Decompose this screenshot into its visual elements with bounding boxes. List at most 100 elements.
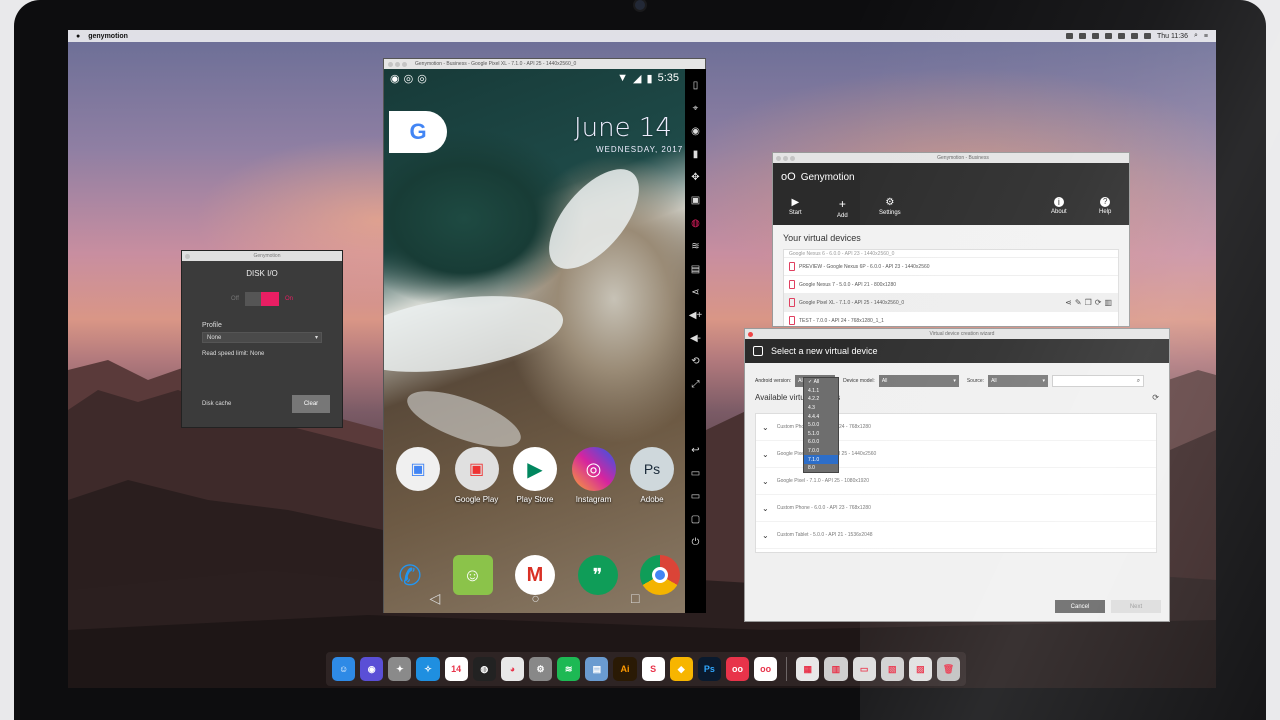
add-button[interactable]: + Add: [837, 197, 848, 219]
menubar-status-icon[interactable]: [1065, 33, 1073, 39]
device-model-select[interactable]: All ▾: [878, 375, 959, 387]
wizard-titlebar[interactable]: Virtual device creation wizard: [745, 329, 1169, 339]
volume-up-icon[interactable]: ◀+: [689, 305, 703, 325]
share-icon[interactable]: ⋖: [1065, 298, 1072, 307]
doc-2-dock-icon[interactable]: ▥: [824, 657, 848, 681]
menubar-status-icon[interactable]: [1104, 33, 1112, 39]
recent-apps-icon[interactable]: □: [631, 590, 639, 606]
genymotion-business-dock-icon[interactable]: oo: [754, 657, 778, 681]
cancel-button[interactable]: Cancel: [1055, 600, 1105, 613]
power-icon[interactable]: ⏻: [689, 532, 703, 552]
google-search-widget[interactable]: G: [389, 111, 447, 153]
spotify-dock-icon[interactable]: ≋: [557, 657, 581, 681]
version-option[interactable]: 4.4.4: [804, 412, 838, 421]
menubar-status-icon[interactable]: [1091, 33, 1099, 39]
menubar-status-icon[interactable]: [1117, 33, 1125, 39]
doc-3-dock-icon[interactable]: ▭: [852, 657, 876, 681]
close-icon[interactable]: [185, 253, 190, 259]
start-button[interactable]: ▶ Start: [789, 197, 802, 216]
date-widget[interactable]: June 14: [574, 113, 672, 143]
menubar-app-name[interactable]: genymotion: [88, 33, 128, 40]
siri-dock-icon[interactable]: ◉: [360, 657, 384, 681]
photoshop-dock-icon[interactable]: Ps: [697, 657, 721, 681]
menubar-status-icon[interactable]: [1078, 33, 1086, 39]
version-option[interactable]: 8.0: [804, 464, 838, 473]
sms-widget-icon[interactable]: ▤: [689, 259, 703, 279]
network-widget-icon[interactable]: ≋: [689, 236, 703, 256]
doc-4-dock-icon[interactable]: ▧: [880, 657, 904, 681]
recent-button-icon[interactable]: ▢: [689, 509, 703, 529]
trash-dock-icon[interactable]: 🗑: [936, 657, 961, 681]
volume-down-icon[interactable]: ◀-: [689, 328, 703, 348]
back-icon[interactable]: ◁: [430, 590, 441, 607]
help-button[interactable]: ? Help: [1099, 197, 1111, 215]
version-option[interactable]: 5.0.0: [804, 421, 838, 430]
launchpad-dock-icon[interactable]: ✦: [388, 657, 412, 681]
refresh-icon[interactable]: ⟳: [1152, 393, 1159, 402]
calendar-dock-icon[interactable]: 14: [444, 657, 468, 681]
version-option[interactable]: ✓ All: [804, 378, 838, 387]
about-button[interactable]: i About: [1051, 197, 1067, 215]
device-row[interactable]: PREVIEW - Google Nexus 6P - 6.0.0 - API …: [784, 258, 1118, 276]
version-option[interactable]: 7.0.0: [804, 447, 838, 456]
safari-dock-icon[interactable]: ✧: [416, 657, 440, 681]
device-row-selected[interactable]: Google Pixel XL - 7.1.0 - API 25 - 1440x…: [784, 294, 1118, 312]
maximize-icon[interactable]: [790, 155, 795, 161]
version-option[interactable]: 4.1.1: [804, 387, 838, 396]
finder-dock-icon[interactable]: ☺: [332, 657, 356, 681]
close-icon[interactable]: [748, 331, 753, 337]
app-google-folder[interactable]: ▣: [390, 447, 446, 504]
fullscreen-icon[interactable]: ⤢: [689, 374, 703, 394]
app-play-store[interactable]: ▶ Play Store: [507, 447, 563, 504]
profile-select[interactable]: None ▾: [202, 332, 322, 343]
battery-widget-icon[interactable]: ▯: [689, 75, 703, 95]
menu-button-icon[interactable]: ▭: [689, 463, 703, 483]
chrome-dock-icon[interactable]: ◕: [500, 657, 524, 681]
apple-icon[interactable]: ●: [76, 33, 80, 40]
minimize-icon[interactable]: [783, 155, 788, 161]
move-widget-icon[interactable]: ✥: [689, 167, 703, 187]
version-option[interactable]: 4.3: [804, 404, 838, 413]
menu-icon[interactable]: ≡: [1204, 33, 1208, 40]
webcam-widget-icon[interactable]: ◉: [689, 121, 703, 141]
available-device-row[interactable]: ⌄ Custom Phone - 6.0.0 - API 23 - 768x12…: [756, 495, 1156, 522]
gps-widget-icon[interactable]: ⌖: [689, 98, 703, 118]
app-google-play-folder[interactable]: ▣ Google Play: [449, 447, 505, 504]
chevron-down-icon[interactable]: ⌄: [762, 504, 769, 513]
genymotion-dock-icon[interactable]: oo: [725, 657, 750, 681]
sketch-dock-icon[interactable]: ◆: [669, 657, 693, 681]
home-icon[interactable]: ○: [531, 590, 539, 606]
device-row[interactable]: Google Nexus 6 - 6.0.0 - API 23 - 1440x2…: [784, 250, 1118, 258]
reset-icon[interactable]: ⟳: [1095, 298, 1102, 307]
phone-widget-icon[interactable]: ▮: [689, 144, 703, 164]
available-device-row[interactable]: ⌄ Custom Tablet - 5.0.0 - API 21 - 1536x…: [756, 522, 1156, 549]
search-input[interactable]: ⌕: [1052, 375, 1145, 387]
doc-1-dock-icon[interactable]: ▦: [796, 657, 820, 681]
home-button-icon[interactable]: ▭: [689, 486, 703, 506]
version-option[interactable]: 5.1.0: [804, 430, 838, 439]
wifi-icon[interactable]: [1130, 33, 1138, 39]
chevron-down-icon[interactable]: ⌄: [762, 477, 769, 486]
app-adobe-folder[interactable]: Ps Adobe: [624, 447, 680, 504]
minimize-icon[interactable]: [395, 61, 400, 67]
disk-io-toggle[interactable]: [244, 292, 279, 306]
slack-dock-icon[interactable]: S: [641, 657, 665, 681]
phone-titlebar[interactable]: Genymotion - Business - Google Pixel XL …: [384, 59, 705, 69]
version-option-highlighted[interactable]: 7.1.0: [804, 455, 838, 464]
rotate-icon[interactable]: ⟲: [689, 351, 703, 371]
copy-icon[interactable]: ❐: [1085, 298, 1092, 307]
source-select[interactable]: All ▾: [988, 375, 1049, 387]
trash-icon[interactable]: ▥: [1104, 298, 1112, 307]
chevron-down-icon[interactable]: ⌄: [762, 423, 769, 432]
settings-button[interactable]: ⚙ Settings: [879, 197, 901, 216]
doc-5-dock-icon[interactable]: ▨: [908, 657, 932, 681]
genymotion-titlebar[interactable]: Genymotion - Business: [773, 153, 1129, 163]
disk-io-titlebar[interactable]: Genymotion: [182, 251, 342, 261]
chevron-down-icon[interactable]: ⌄: [762, 531, 769, 540]
device-row[interactable]: TEST - 7.0.0 - API 24 - 768x1280_1_1: [784, 312, 1118, 326]
battery-icon[interactable]: [1143, 33, 1151, 39]
disk-io-widget-icon[interactable]: ◍: [689, 213, 703, 233]
wrench-icon[interactable]: ✎: [1075, 298, 1082, 307]
share-widget-icon[interactable]: ⋖: [689, 282, 703, 302]
close-icon[interactable]: [776, 155, 781, 161]
